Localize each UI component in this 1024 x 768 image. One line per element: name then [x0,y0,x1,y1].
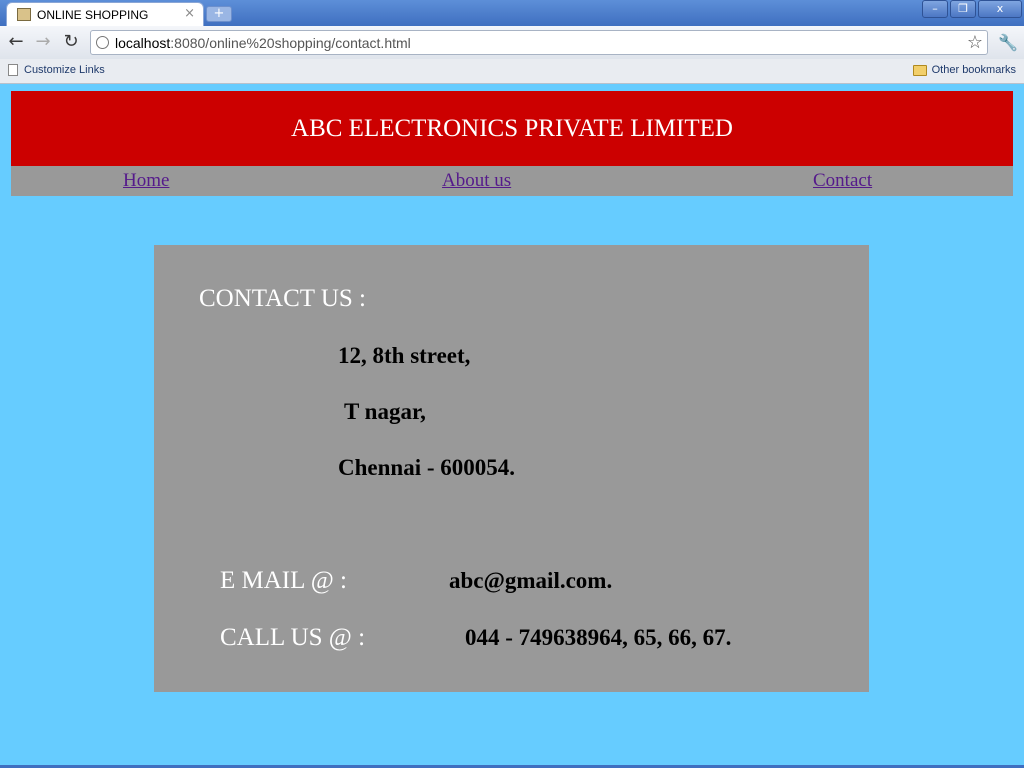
address-bar[interactable]: localhost:8080/online%20shopping/contact… [90,30,988,55]
phone-value: 044 - 749638964, 65, 66, 67. [465,625,732,650]
contact-panel: CONTACT US : 12, 8th street, T nagar, Ch… [154,245,869,692]
bookmarks-bar: Customize Links Other bookmarks [0,59,1024,84]
wrench-menu-icon[interactable]: 🔧 [998,33,1018,52]
customize-links-bookmark[interactable]: Customize Links [8,64,105,76]
reload-icon[interactable]: ↻ [61,32,81,52]
address-line-3: Chennai - 600054. [338,455,515,480]
restore-button[interactable]: ❐ [950,0,976,18]
email-label: E MAIL @ : [220,567,347,594]
site-header: ABC ELECTRONICS PRIVATE LIMITED [11,91,1013,166]
other-bookmarks-label: Other bookmarks [931,64,1016,76]
globe-icon [96,36,109,49]
back-arrow-icon[interactable]: ← [6,32,26,52]
browser-titlebar: ONLINE SHOPPING × + – ❐ x [0,0,1024,26]
new-tab-button[interactable]: + [206,6,232,22]
call-label: CALL US @ : [220,624,366,651]
customize-links-label: Customize Links [24,64,105,76]
forward-arrow-icon[interactable]: → [33,32,53,52]
contact-heading: CONTACT US : [199,285,367,312]
minimize-button[interactable]: – [922,0,948,18]
nav-link-about[interactable]: About us [442,170,511,192]
main-nav: Home About us Contact [11,166,1013,196]
tab-close-icon[interactable]: × [184,6,195,21]
bookmark-star-icon[interactable]: ☆ [967,32,983,53]
email-value: abc@gmail.com. [449,568,613,593]
other-bookmarks[interactable]: Other bookmarks [912,64,1016,76]
window-close-button[interactable]: x [978,0,1022,18]
nav-link-contact[interactable]: Contact [813,170,872,192]
company-title: ABC ELECTRONICS PRIVATE LIMITED [291,115,733,142]
page-icon [8,64,18,76]
url-text: localhost:8080/online%20shopping/contact… [115,35,411,51]
window-controls: – ❐ x [922,0,1022,18]
tab-title: ONLINE SHOPPING [37,8,149,22]
address-line-1: 12, 8th street, [338,343,471,368]
url-host: localhost [115,35,171,51]
page-favicon-icon [17,8,31,21]
folder-icon [912,64,927,76]
nav-link-home[interactable]: Home [123,170,169,192]
url-path: :8080/online%20shopping/contact.html [170,35,411,51]
address-line-2: T nagar, [344,399,426,424]
browser-tab[interactable]: ONLINE SHOPPING × [6,2,204,26]
